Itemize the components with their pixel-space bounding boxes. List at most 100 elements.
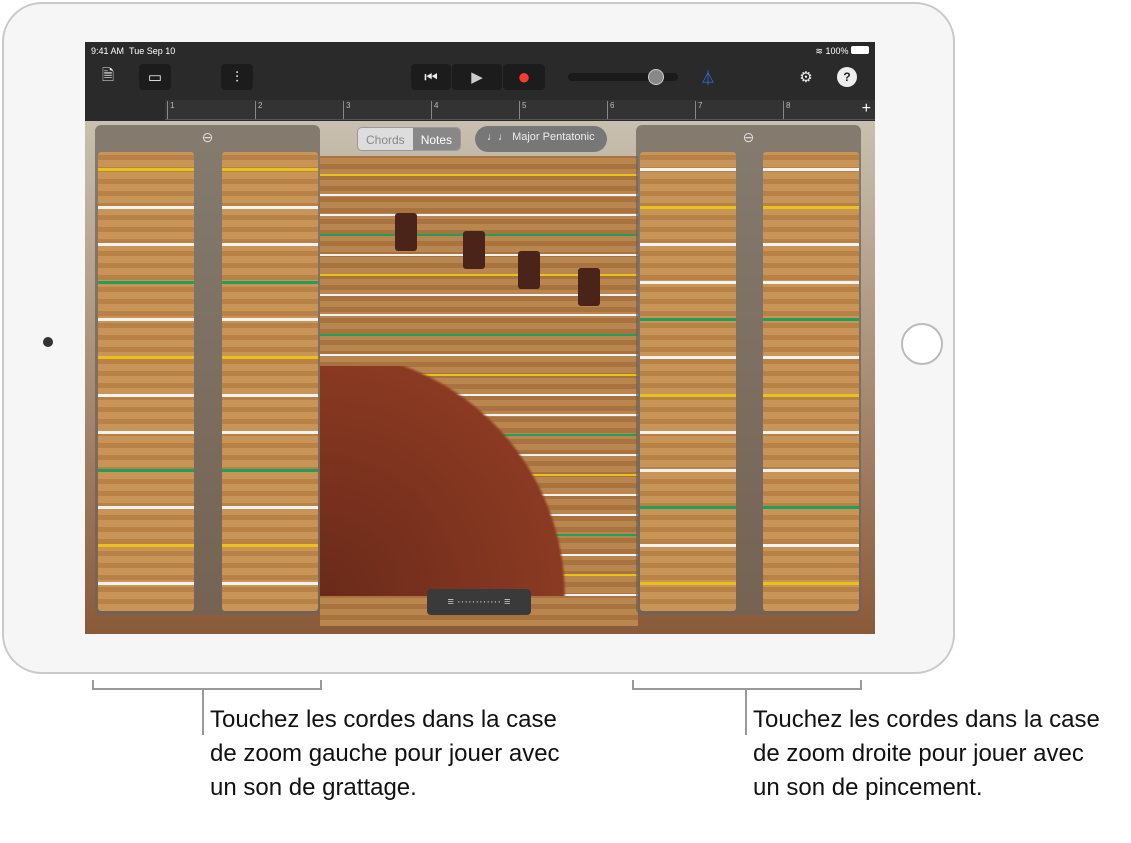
zoom-box-resize-handle[interactable]: ≡ ············ ≡ [427,589,531,615]
time: 9:41 AM [91,46,125,56]
bridge [578,268,600,306]
string[interactable] [98,205,194,209]
string[interactable] [98,506,194,510]
scale-label: Major Pentatonic [512,131,595,143]
string[interactable] [763,243,859,247]
volume-slider[interactable] [568,69,678,85]
string[interactable] [222,205,318,209]
left-zoom-strip[interactable] [98,152,194,611]
string[interactable] [763,581,859,585]
string[interactable] [640,544,736,547]
string[interactable] [763,356,859,359]
string[interactable] [763,318,859,322]
string[interactable] [320,194,638,196]
record-button[interactable]: ● [503,64,545,90]
mixer-button[interactable]: ⫶ [221,64,253,90]
string[interactable] [640,356,736,359]
string[interactable] [222,318,318,322]
string[interactable] [222,280,318,284]
string[interactable] [98,468,194,472]
bridge [518,251,540,289]
date: Tue Sep 10 [129,46,176,56]
string[interactable] [222,168,318,171]
string[interactable] [222,431,318,435]
wifi-icon: ≋ [815,46,823,56]
string[interactable] [222,544,318,547]
string[interactable] [320,174,638,176]
string[interactable] [320,214,638,216]
string[interactable] [763,280,859,284]
settings-button[interactable]: ⚙ [793,64,819,90]
music-note-icon: ♩♩ [487,131,509,143]
string[interactable] [640,468,736,472]
string[interactable] [320,354,638,356]
notes-tab[interactable]: Notes [412,128,461,150]
string[interactable] [98,356,194,359]
string[interactable] [98,393,194,397]
string[interactable] [763,393,859,397]
string[interactable] [222,356,318,359]
string[interactable] [640,168,736,171]
sliders-icon: ⫶ [235,68,239,86]
string[interactable] [640,280,736,284]
string[interactable] [763,506,859,510]
right-zoom-strip[interactable] [763,152,859,611]
ruler-bar-number: 1 [167,101,174,119]
view-button[interactable]: ▭ [139,64,171,90]
metronome-button[interactable]: ⏃ [693,64,723,90]
left-callout-bracket [92,680,322,690]
string[interactable] [222,393,318,397]
add-section-button[interactable]: + [862,100,871,118]
string[interactable] [640,506,736,510]
timeline-ruler[interactable]: 1 2 3 4 5 6 7 8 [165,100,875,120]
string[interactable] [763,431,859,435]
help-button[interactable]: ? [837,67,857,87]
string[interactable] [763,205,859,209]
string[interactable] [640,243,736,247]
string[interactable] [222,243,318,247]
string[interactable] [222,506,318,510]
slider-knob[interactable] [648,69,664,85]
string[interactable] [98,168,194,171]
left-callout-line [202,690,204,735]
right-callout-line [745,690,747,735]
string[interactable] [98,581,194,585]
string[interactable] [98,431,194,435]
guzheng-instrument: ⊖ ⊖ Chords Notes ♩♩ Major Pentatonic ≡ ·… [85,121,875,634]
right-zoom-box[interactable]: ⊖ [636,125,861,615]
home-button[interactable] [901,323,943,365]
string[interactable] [320,334,638,336]
scale-button[interactable]: ♩♩ Major Pentatonic [475,126,607,152]
string[interactable] [320,314,638,316]
metronome-icon: ⏃ [700,69,716,87]
string[interactable] [98,318,194,322]
string[interactable] [640,205,736,209]
string[interactable] [640,581,736,585]
string[interactable] [640,318,736,322]
bridge [463,231,485,269]
string[interactable] [98,280,194,284]
ruler-bar-number: 8 [783,101,790,119]
string[interactable] [763,468,859,472]
string[interactable] [640,393,736,397]
chords-tab[interactable]: Chords [358,128,413,150]
left-zoom-box[interactable]: ⊖ [95,125,320,615]
my-songs-button[interactable]: 🗎 [93,64,123,90]
string[interactable] [222,468,318,472]
status-bar: 9:41 AM Tue Sep 10 ≋ 100% [85,42,875,60]
instrument-body [320,366,580,596]
zoom-out-icon[interactable]: ⊖ [636,129,861,146]
go-to-beginning-button[interactable]: ⏮ [411,64,451,90]
string[interactable] [640,431,736,435]
zoom-out-icon[interactable]: ⊖ [95,129,320,146]
view-icon: ▭ [147,69,163,86]
string[interactable] [763,168,859,171]
left-zoom-strip[interactable] [222,152,318,611]
play-button[interactable]: ▶ [452,64,502,90]
right-zoom-strip[interactable] [640,152,736,611]
string[interactable] [98,243,194,247]
string[interactable] [98,544,194,547]
string[interactable] [222,581,318,585]
toolbar: 🗎 ▭ ⫶ ⏮ ▶ ● ⏃ ⚙ ? [85,60,875,100]
string[interactable] [763,544,859,547]
